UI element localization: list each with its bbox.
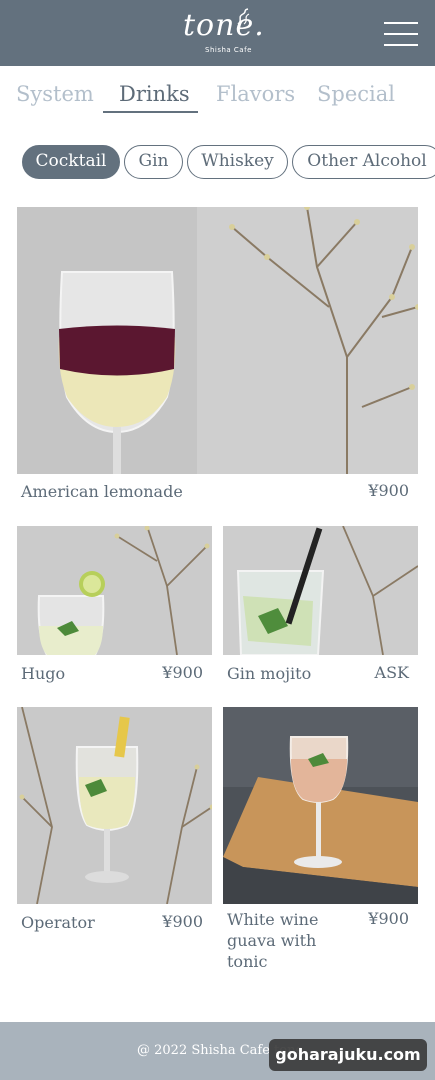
filter-other-alcohol[interactable]: Other Alcohol: [292, 145, 435, 179]
drink-card[interactable]: Gin mojito ASK: [223, 526, 418, 691]
drink-name: Hugo: [21, 664, 66, 683]
drink-price: ASK: [374, 663, 409, 682]
drink-photo: [223, 526, 418, 655]
tab-drinks[interactable]: Drinks: [119, 82, 190, 106]
drink-name: Gin mojito: [227, 664, 312, 683]
tab-flavors[interactable]: Flavors: [216, 82, 295, 106]
drink-name: White wine guava with tonic: [227, 910, 319, 971]
drink-card[interactable]: American lemonade ¥900: [17, 207, 418, 507]
filter-cocktail[interactable]: Cocktail: [22, 145, 120, 179]
drink-price: ¥900: [368, 909, 409, 928]
tab-special[interactable]: Special: [317, 82, 395, 106]
drink-photo: [17, 207, 418, 474]
category-filters: Cocktail Gin Whiskey Other Alcohol: [0, 145, 435, 181]
filter-gin[interactable]: Gin: [124, 145, 183, 179]
drink-name: American lemonade: [21, 482, 183, 501]
filter-whiskey[interactable]: Whiskey: [187, 145, 288, 179]
drink-card[interactable]: Hugo ¥900: [17, 526, 212, 691]
drink-price: ¥900: [162, 663, 203, 682]
drink-card[interactable]: White wine guava with tonic ¥900: [223, 707, 418, 977]
drink-card[interactable]: Operator ¥900: [17, 707, 212, 947]
active-tab-underline: [103, 111, 198, 113]
drink-price: ¥900: [162, 912, 203, 931]
drink-photo: [223, 707, 418, 904]
drink-price: ¥900: [368, 481, 409, 500]
steam-icon: [237, 8, 250, 25]
tone-logo[interactable]: tone. Shisha Cafe: [183, 6, 264, 60]
tab-system[interactable]: System: [16, 82, 94, 106]
site-watermark: goharajuku.com: [269, 1039, 427, 1071]
drink-photo: [17, 707, 212, 904]
drink-name: Operator: [21, 913, 95, 932]
site-header: tone. Shisha Cafe: [0, 0, 435, 66]
drink-photo: [17, 526, 212, 655]
logo-subtext: Shisha Cafe: [205, 46, 252, 54]
hamburger-menu-icon[interactable]: [382, 20, 420, 48]
section-tabs: System Drinks Flavors Special: [0, 80, 435, 116]
